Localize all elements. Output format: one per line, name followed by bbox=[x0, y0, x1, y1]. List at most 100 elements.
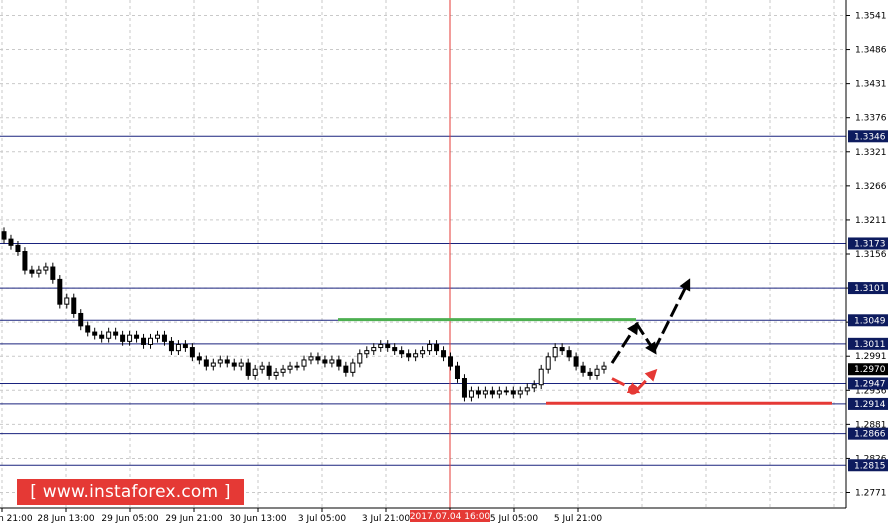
x-tick-label: 5 Jul 05:00 bbox=[490, 514, 539, 524]
candle-body bbox=[406, 353, 412, 358]
candle-body bbox=[482, 390, 488, 395]
candle-body bbox=[50, 266, 56, 280]
candle-body bbox=[385, 343, 391, 349]
candle-body bbox=[168, 340, 174, 352]
candle-body bbox=[189, 347, 195, 358]
candle-body bbox=[1, 231, 7, 240]
candle-body bbox=[71, 297, 77, 314]
candle-body bbox=[427, 343, 433, 352]
candle-body bbox=[454, 365, 460, 380]
candle-body bbox=[566, 350, 572, 358]
candle-body bbox=[64, 297, 70, 305]
candle-body bbox=[329, 359, 335, 364]
candle-body bbox=[392, 347, 398, 352]
candle-body bbox=[434, 343, 440, 352]
candle-body bbox=[280, 368, 286, 373]
candle-body bbox=[524, 387, 530, 392]
candle-body bbox=[364, 350, 370, 355]
y-tick-label: 1.3431 bbox=[855, 80, 887, 90]
candle-body bbox=[580, 365, 586, 373]
x-tick-label: 3 Jul 21:00 bbox=[362, 514, 411, 524]
candle-body bbox=[315, 356, 321, 361]
level-label: 1.3173 bbox=[854, 239, 886, 249]
candle-body bbox=[399, 350, 405, 355]
y-tick-label: 1.3486 bbox=[855, 46, 887, 56]
x-tick-label: 29 Jun 21:00 bbox=[165, 514, 222, 524]
x-tick-label: 30 Jun 13:00 bbox=[229, 514, 286, 524]
candle-body bbox=[510, 390, 516, 395]
x-tick-label: 29 Jun 05:00 bbox=[101, 514, 158, 524]
price-bars bbox=[1, 227, 607, 402]
forecast-arrows bbox=[610, 278, 691, 395]
candle-body bbox=[127, 334, 133, 342]
candle-body bbox=[224, 359, 230, 364]
level-label: 1.2914 bbox=[854, 400, 886, 410]
level-label: 1.3049 bbox=[854, 316, 886, 326]
candle-body bbox=[196, 356, 202, 361]
candle-body bbox=[266, 365, 272, 376]
candle-body bbox=[545, 356, 551, 370]
candle-body bbox=[120, 334, 126, 342]
candle-body bbox=[448, 356, 454, 367]
candle-body bbox=[461, 378, 467, 398]
y-tick-label: 1.2771 bbox=[855, 489, 887, 499]
candle-body bbox=[217, 359, 223, 364]
highlighted-x-tick-label: 2017.07.04 16:00 bbox=[410, 512, 491, 522]
x-tick-label: 5 Jul 21:00 bbox=[554, 514, 603, 524]
x-axis-ticks: 27 Jun 21:00 28 Jun 13:00 29 Jun 05:00 29 J… bbox=[0, 508, 602, 524]
candle-body bbox=[22, 251, 28, 271]
x-tick-label: 28 Jun 13:00 bbox=[37, 514, 94, 524]
grid-lines bbox=[0, 0, 846, 508]
candle-body bbox=[287, 365, 293, 370]
candle-body bbox=[85, 325, 91, 333]
y-tick-label: 1.3156 bbox=[855, 250, 887, 260]
candle-body bbox=[336, 359, 342, 367]
y-axis-ticks: 1.3541 1.3486 1.3431 1.3376 1.3321 1.3266 1.32… bbox=[846, 11, 887, 499]
candle-body bbox=[350, 362, 356, 373]
candle-body bbox=[203, 359, 209, 367]
candle-body bbox=[294, 365, 300, 368]
candle-body bbox=[182, 343, 188, 349]
current-price-label: 1.2970 bbox=[854, 365, 886, 375]
y-tick-label: 1.3266 bbox=[855, 182, 887, 192]
y-tick-label: 1.3541 bbox=[855, 11, 887, 21]
y-tick-label: 1.3376 bbox=[855, 114, 887, 124]
forecast-arrow-black bbox=[634, 321, 657, 355]
candle-body bbox=[141, 337, 147, 345]
candle-body bbox=[210, 362, 216, 367]
candle-body bbox=[57, 278, 63, 305]
candle-body bbox=[489, 390, 495, 395]
candle-body bbox=[43, 266, 49, 271]
forecast-arrow-black bbox=[652, 278, 691, 352]
candle-body bbox=[238, 362, 244, 367]
level-label: 1.3101 bbox=[854, 284, 886, 294]
candle-body bbox=[259, 365, 265, 370]
candle-body bbox=[552, 347, 558, 358]
candle-body bbox=[343, 365, 349, 373]
y-tick-label: 1.2991 bbox=[855, 352, 887, 362]
candle-body bbox=[587, 371, 593, 376]
candle-body bbox=[468, 390, 474, 398]
candle-body bbox=[245, 362, 251, 376]
candle-body bbox=[154, 334, 160, 339]
candle-body bbox=[413, 353, 419, 358]
candle-body bbox=[36, 269, 42, 274]
candle-body bbox=[308, 356, 314, 361]
candle-body bbox=[503, 390, 509, 393]
candle-body bbox=[538, 368, 544, 386]
candle-body bbox=[92, 331, 98, 336]
candle-body bbox=[517, 390, 523, 395]
candle-body bbox=[594, 368, 600, 376]
y-tick-label: 1.3211 bbox=[855, 216, 887, 226]
candle-body bbox=[496, 390, 502, 395]
candle-body bbox=[420, 350, 426, 355]
price-chart[interactable]: 1.3541 1.3486 1.3431 1.3376 1.3321 1.3266 1.32… bbox=[0, 0, 890, 529]
forecast-arrow-red bbox=[634, 368, 658, 392]
candle-body bbox=[78, 312, 84, 327]
forecast-turn-dot bbox=[628, 384, 638, 395]
forecast-arrow-black bbox=[610, 321, 639, 364]
candle-body bbox=[301, 359, 307, 367]
x-tick-label: 27 Jun 21:00 bbox=[0, 514, 33, 524]
level-label: 1.3346 bbox=[854, 132, 886, 142]
instaforex-watermark: [ www.instaforex.com ] bbox=[17, 479, 244, 505]
